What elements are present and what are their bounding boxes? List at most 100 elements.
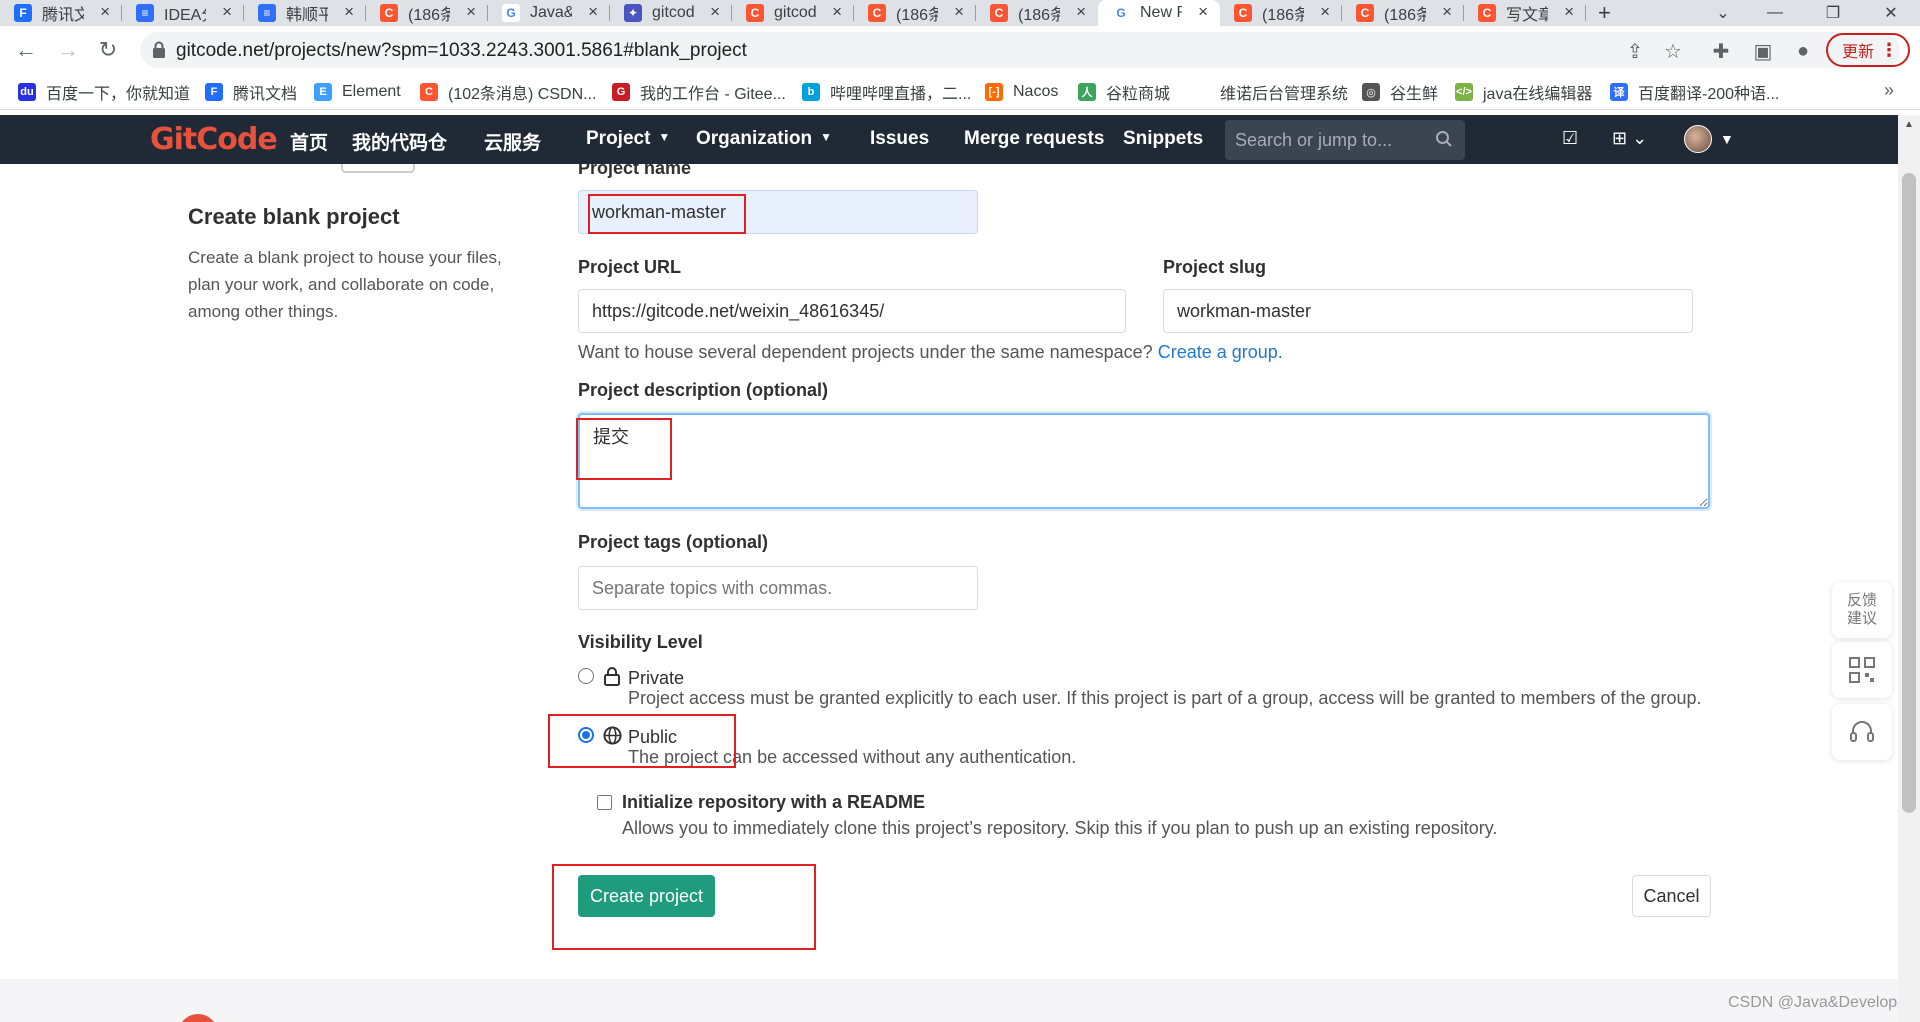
bookmark-favicon-icon: F bbox=[205, 83, 223, 101]
tab-search-icon[interactable]: ⌄ bbox=[1700, 0, 1746, 26]
close-tab-icon[interactable]: × bbox=[1564, 2, 1574, 22]
bookmark-label: 谷粒商城 bbox=[1106, 86, 1171, 103]
new-tab-button[interactable]: + bbox=[1598, 0, 1611, 26]
search-icon bbox=[1436, 131, 1452, 147]
chevron-down-icon[interactable]: ▼ bbox=[1720, 131, 1734, 147]
bookmark-item[interactable]: du 百度一下，你就知道 bbox=[18, 81, 190, 103]
nav-project-dropdown[interactable]: Project ▼ bbox=[586, 128, 670, 150]
project-name-label: Project name bbox=[578, 164, 692, 178]
nav-home[interactable]: 首页 bbox=[290, 128, 328, 155]
scroll-up-icon[interactable]: ▲ bbox=[1904, 119, 1914, 130]
bookmark-item[interactable]: E Element bbox=[314, 81, 401, 103]
browser-tab[interactable]: ≡ 韩顺平 × bbox=[244, 0, 366, 26]
bookmark-item[interactable]: G 我的工作台 - Gitee... bbox=[612, 81, 786, 103]
project-slug-input[interactable] bbox=[1163, 289, 1693, 333]
bookmark-item[interactable]: ◎ 谷生鲜 bbox=[1362, 81, 1438, 103]
bookmark-item[interactable]: C (102条消息) CSDN... bbox=[420, 81, 596, 103]
browser-tab[interactable]: G Java& × bbox=[488, 0, 610, 26]
bookmarks-more-icon[interactable]: » bbox=[1884, 80, 1894, 101]
browser-tab[interactable]: C (186条 × bbox=[1220, 0, 1342, 26]
tags-label: Project tags (optional) bbox=[578, 532, 769, 552]
browser-tab[interactable]: Cgitcode × bbox=[732, 0, 854, 26]
browser-tab[interactable]: C (186条 × bbox=[1342, 0, 1464, 26]
browser-tab[interactable]: G New P × bbox=[1098, 0, 1220, 26]
close-tab-icon[interactable]: × bbox=[1076, 2, 1086, 22]
browser-tab[interactable]: F 腾讯文档 × bbox=[0, 0, 122, 26]
close-tab-icon[interactable]: × bbox=[100, 2, 110, 22]
create-group-link[interactable]: Create a group. bbox=[1158, 342, 1283, 362]
bookmark-item[interactable]: b 哔哩哔哩直播，二... bbox=[802, 81, 971, 103]
nav-organization-dropdown[interactable]: Organization ▼ bbox=[696, 128, 832, 150]
nav-my-repos[interactable]: 我的代码仓 bbox=[352, 128, 447, 155]
browser-tab[interactable]: ≡ IDEA分支 × bbox=[122, 0, 244, 26]
readme-label[interactable]: Initialize repository with a README bbox=[622, 792, 925, 813]
browser-tab[interactable]: C (186条 × bbox=[976, 0, 1098, 26]
feedback-widget[interactable]: 反馈建议 bbox=[1832, 582, 1892, 638]
extensions-icon[interactable]: ✚ bbox=[1710, 40, 1732, 63]
back-icon[interactable]: ← bbox=[14, 37, 38, 62]
reload-icon[interactable]: ↻ bbox=[96, 37, 120, 62]
bookmark-item[interactable]: </> java在线编辑器 bbox=[1455, 81, 1592, 103]
nav-search-input[interactable] bbox=[1235, 128, 1425, 152]
close-tab-icon[interactable]: × bbox=[954, 2, 964, 22]
close-tab-icon[interactable]: × bbox=[222, 2, 232, 22]
qrcode-widget[interactable] bbox=[1832, 642, 1892, 698]
bookmark-item[interactable]: 译百度翻译-200种语... bbox=[1610, 81, 1779, 103]
nav-snippets[interactable]: Snippets bbox=[1123, 128, 1203, 150]
private-help: Project access must be granted explicitl… bbox=[628, 688, 1702, 708]
private-label[interactable]: Private bbox=[628, 668, 684, 689]
bookmark-item[interactable]: [-] Nacos bbox=[985, 81, 1058, 103]
tab-title: gitcode bbox=[652, 4, 694, 21]
cancel-button[interactable]: Cancel bbox=[1632, 875, 1711, 917]
address-bar[interactable]: gitcode.net/projects/new?spm=1033.2243.3… bbox=[140, 32, 1900, 68]
nav-merge-requests[interactable]: Merge requests bbox=[964, 128, 1104, 150]
close-tab-icon[interactable]: × bbox=[1198, 2, 1208, 22]
bookmark-favicon-icon: G bbox=[612, 83, 630, 101]
minimize-icon[interactable]: — bbox=[1752, 0, 1798, 26]
new-plus-icon[interactable]: ⊞ ⌄ bbox=[1612, 128, 1647, 149]
close-tab-icon[interactable]: × bbox=[832, 2, 842, 22]
bookmark-item[interactable]: 人谷粒商城 bbox=[1078, 81, 1170, 103]
close-tab-icon[interactable]: × bbox=[344, 2, 354, 22]
close-tab-icon[interactable]: × bbox=[1442, 2, 1452, 22]
bookmark-item[interactable]: F 腾讯文档 bbox=[205, 81, 297, 103]
bookmark-item[interactable]: 维诺后台管理系统 bbox=[1220, 81, 1348, 103]
avatar[interactable] bbox=[1684, 125, 1712, 153]
support-widget[interactable] bbox=[1832, 704, 1892, 760]
project-slug-label: Project slug bbox=[1163, 257, 1267, 277]
readme-checkbox[interactable] bbox=[597, 795, 612, 810]
browser-toolbar: ← → ↻ gitcode.net/projects/new?spm=1033.… bbox=[0, 26, 1920, 74]
close-window-icon[interactable]: ✕ bbox=[1868, 0, 1914, 26]
update-button[interactable]: 更新 ⋮ bbox=[1826, 33, 1910, 67]
profile-icon[interactable]: ● bbox=[1792, 40, 1814, 62]
project-tags-input[interactable] bbox=[578, 566, 978, 610]
close-tab-icon[interactable]: × bbox=[710, 2, 720, 22]
nav-cloud-service[interactable]: 云服务 bbox=[484, 128, 541, 155]
browser-tab[interactable]: ✦ gitcode × bbox=[610, 0, 732, 26]
forward-icon[interactable]: → bbox=[56, 37, 80, 62]
page-scrollbar[interactable]: ▲ bbox=[1898, 115, 1920, 1022]
gitcode-logo[interactable]: GitCode bbox=[150, 122, 278, 157]
share-icon[interactable]: ⇪ bbox=[1624, 40, 1646, 63]
close-tab-icon[interactable]: × bbox=[466, 2, 476, 22]
bookmark-star-icon[interactable]: ☆ bbox=[1662, 40, 1684, 63]
nav-search-box[interactable] bbox=[1225, 120, 1465, 160]
restore-icon[interactable]: ❐ bbox=[1810, 0, 1856, 26]
update-label: 更新 bbox=[1842, 44, 1875, 61]
private-radio[interactable] bbox=[578, 668, 594, 684]
close-tab-icon[interactable]: × bbox=[588, 2, 598, 22]
feedback-label: 反馈建议 bbox=[1847, 592, 1878, 627]
todo-icon[interactable]: ☑ bbox=[1562, 128, 1578, 149]
sidepanel-icon[interactable]: ▣ bbox=[1752, 40, 1774, 63]
project-url-input[interactable] bbox=[578, 289, 1126, 333]
scrollbar-thumb[interactable] bbox=[1902, 173, 1916, 813]
tab-title: 写文章 bbox=[1506, 7, 1548, 24]
tab-favicon-icon: ≡ bbox=[258, 4, 276, 22]
browser-tab[interactable]: C (186条 × bbox=[366, 0, 488, 26]
tab-favicon-icon: ✦ bbox=[624, 4, 642, 22]
close-tab-icon[interactable]: × bbox=[1320, 2, 1330, 22]
browser-tab[interactable]: C 写文章 × bbox=[1464, 0, 1586, 26]
project-description-textarea[interactable]: 提交 bbox=[578, 413, 1710, 509]
nav-issues[interactable]: Issues bbox=[870, 128, 929, 150]
browser-tab[interactable]: C (186条 × bbox=[854, 0, 976, 26]
